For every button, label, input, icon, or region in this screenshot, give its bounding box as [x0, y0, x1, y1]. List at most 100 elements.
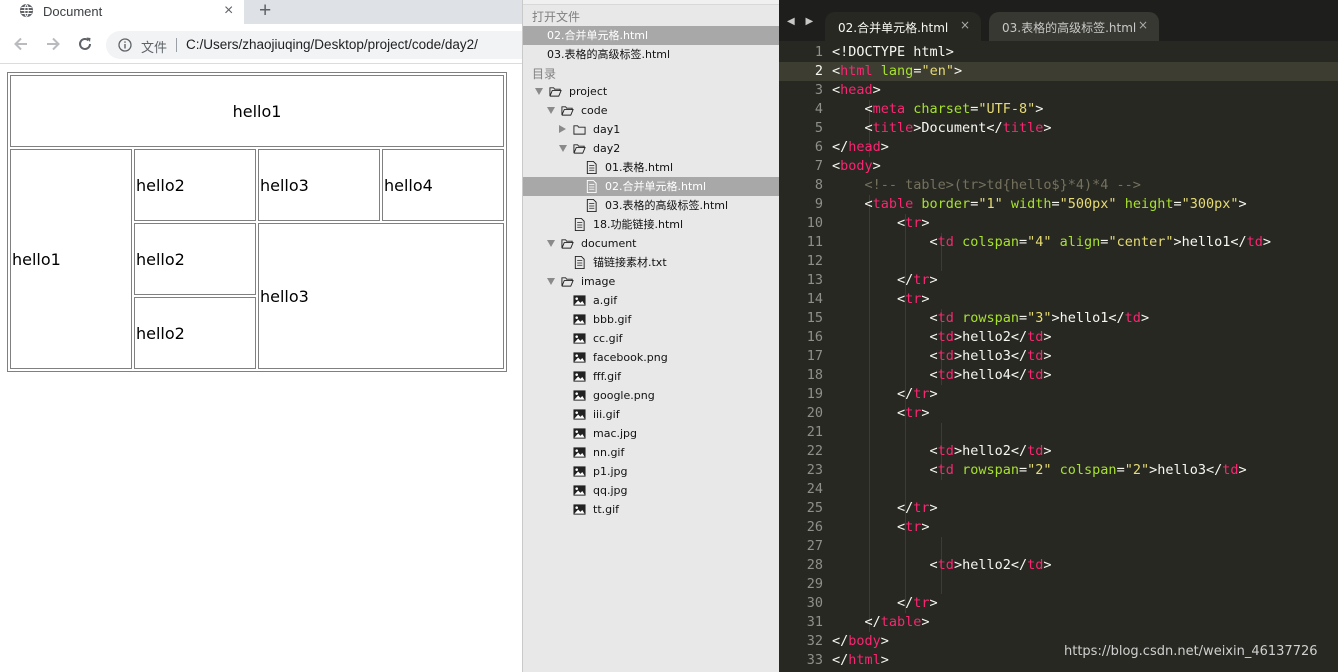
code-line[interactable]: </body>: [832, 633, 889, 649]
code-line[interactable]: <html lang="en">: [832, 63, 962, 79]
code-line[interactable]: <tr>: [832, 215, 930, 231]
code-line[interactable]: <td rowspan="2" colspan="2">hello3</td>: [832, 462, 1247, 478]
expand-arrow-icon[interactable]: [559, 145, 567, 152]
folder-item[interactable]: document: [523, 234, 779, 253]
code-token: height: [1124, 196, 1174, 212]
file-item[interactable]: mac.jpg: [523, 424, 779, 443]
code-line[interactable]: </tr>: [832, 386, 938, 402]
folder-item[interactable]: project: [523, 82, 779, 101]
close-icon[interactable]: ×: [960, 18, 970, 32]
code-line[interactable]: </tr>: [832, 272, 938, 288]
tree-item-label: p1.jpg: [593, 465, 628, 478]
file-item[interactable]: google.png: [523, 386, 779, 405]
new-tab-button[interactable]: +: [259, 0, 271, 23]
url-text[interactable]: C:/Users/zhaojiuqing/Desktop/project/cod…: [186, 37, 478, 52]
file-item[interactable]: p1.jpg: [523, 462, 779, 481]
image-file-icon: [573, 466, 586, 477]
code-line[interactable]: <td rowspan="3">hello1</td>: [832, 310, 1150, 326]
code-line[interactable]: <table border="1" width="500px" height="…: [832, 196, 1247, 212]
file-icon: [574, 256, 585, 269]
close-tab-icon[interactable]: ×: [224, 1, 233, 21]
line-number: 33: [806, 652, 823, 668]
file-item[interactable]: qq.jpg: [523, 481, 779, 500]
code-token: <: [832, 443, 938, 459]
sidebar: 打开文件 02.合并单元格.html 03.表格的高级标签.html 目录 pr…: [522, 0, 779, 672]
editor-tab-active[interactable]: 02.合并单元格.html ×: [825, 12, 981, 41]
code-line[interactable]: <td>hello2</td>: [832, 557, 1052, 573]
code-token: "2": [1027, 462, 1052, 478]
code-token: tr: [905, 405, 922, 421]
file-item[interactable]: iii.gif: [523, 405, 779, 424]
code-line[interactable]: <meta charset="UTF-8">: [832, 101, 1044, 117]
tree-item-label: 03.表格的高级标签.html: [605, 199, 729, 212]
file-item[interactable]: 02.合并单元格.html: [523, 177, 779, 196]
close-icon[interactable]: ×: [1138, 18, 1148, 32]
file-item[interactable]: tt.gif: [523, 500, 779, 519]
reload-icon[interactable]: [76, 35, 94, 53]
code-line[interactable]: </tr>: [832, 500, 938, 516]
code-token: title: [1002, 120, 1044, 136]
code-token: >: [880, 633, 889, 649]
code-token: >hello2</: [953, 329, 1028, 345]
code-line[interactable]: <td>hello2</td>: [832, 329, 1052, 345]
tree-item-label: nn.gif: [593, 446, 625, 459]
code-line[interactable]: <head>: [832, 82, 881, 98]
expand-arrow-icon[interactable]: [535, 88, 543, 95]
code-line[interactable]: <td>hello4</td>: [832, 367, 1052, 383]
open-file-item[interactable]: 03.表格的高级标签.html: [523, 45, 779, 64]
file-item[interactable]: fff.gif: [523, 367, 779, 386]
code-token: td: [937, 443, 954, 459]
folder-item[interactable]: code: [523, 101, 779, 120]
info-icon[interactable]: [118, 38, 132, 52]
code-line[interactable]: <tr>: [832, 519, 930, 535]
expand-arrow-icon[interactable]: [547, 240, 555, 247]
folder-item[interactable]: day1: [523, 120, 779, 139]
code-line[interactable]: <td colspan="4" align="center">hello1</t…: [832, 234, 1272, 250]
expand-arrow-icon[interactable]: [547, 278, 555, 285]
back-arrow-icon[interactable]: [12, 35, 30, 53]
expand-arrow-icon[interactable]: [547, 107, 555, 114]
file-item[interactable]: cc.gif: [523, 329, 779, 348]
address-bar[interactable]: 文件 C:/Users/zhaojiuqing/Desktop/project/…: [106, 31, 522, 59]
code-token: >hello1</: [1173, 234, 1247, 250]
file-item[interactable]: facebook.png: [523, 348, 779, 367]
file-item[interactable]: bbb.gif: [523, 310, 779, 329]
folder-item[interactable]: image: [523, 272, 779, 291]
code-line[interactable]: </head>: [832, 139, 889, 155]
code-token: >: [1262, 234, 1272, 250]
code-line[interactable]: </table>: [832, 614, 930, 630]
line-number: 26: [806, 519, 823, 535]
file-item[interactable]: a.gif: [523, 291, 779, 310]
file-item[interactable]: nn.gif: [523, 443, 779, 462]
file-item[interactable]: 01.表格.html: [523, 158, 779, 177]
open-file-label: 03.表格的高级标签.html: [547, 48, 671, 61]
code-line[interactable]: <!DOCTYPE html>: [832, 44, 954, 60]
tab-nav-arrows[interactable]: ◀ ▶: [787, 16, 817, 27]
file-item[interactable]: 锚链接素材.txt: [523, 253, 779, 272]
open-file-item[interactable]: 02.合并单元格.html: [523, 26, 779, 45]
editor-tab[interactable]: 03.表格的高级标签.html ×: [989, 12, 1159, 41]
collapse-arrow-icon[interactable]: [559, 125, 566, 133]
browser-tab-document[interactable]: Document ×: [0, 0, 244, 24]
code-line[interactable]: <tr>: [832, 291, 930, 307]
code-token: td: [937, 310, 954, 326]
line-number: 31: [806, 614, 823, 630]
tree-item-label: day1: [593, 123, 621, 136]
image-file-icon: [573, 352, 586, 363]
tree-item-label: bbb.gif: [593, 313, 632, 326]
code-line[interactable]: <!-- table>(tr>td{hello$}*4)*4 -->: [832, 177, 1141, 193]
code-line[interactable]: <td>hello2</td>: [832, 443, 1052, 459]
code-line[interactable]: <td>hello3</td>: [832, 348, 1052, 364]
code-line[interactable]: </tr>: [832, 595, 938, 611]
code-token: "3": [1027, 310, 1052, 326]
file-item[interactable]: 18.功能链接.html: [523, 215, 779, 234]
code-line[interactable]: </html>: [832, 652, 889, 668]
folder-item[interactable]: day2: [523, 139, 779, 158]
file-item[interactable]: 03.表格的高级标签.html: [523, 196, 779, 215]
forward-arrow-icon[interactable]: [44, 35, 62, 53]
code-line[interactable]: <body>: [832, 158, 881, 174]
code-line[interactable]: <title>Document</title>: [832, 120, 1052, 136]
code-line[interactable]: <tr>: [832, 405, 930, 421]
